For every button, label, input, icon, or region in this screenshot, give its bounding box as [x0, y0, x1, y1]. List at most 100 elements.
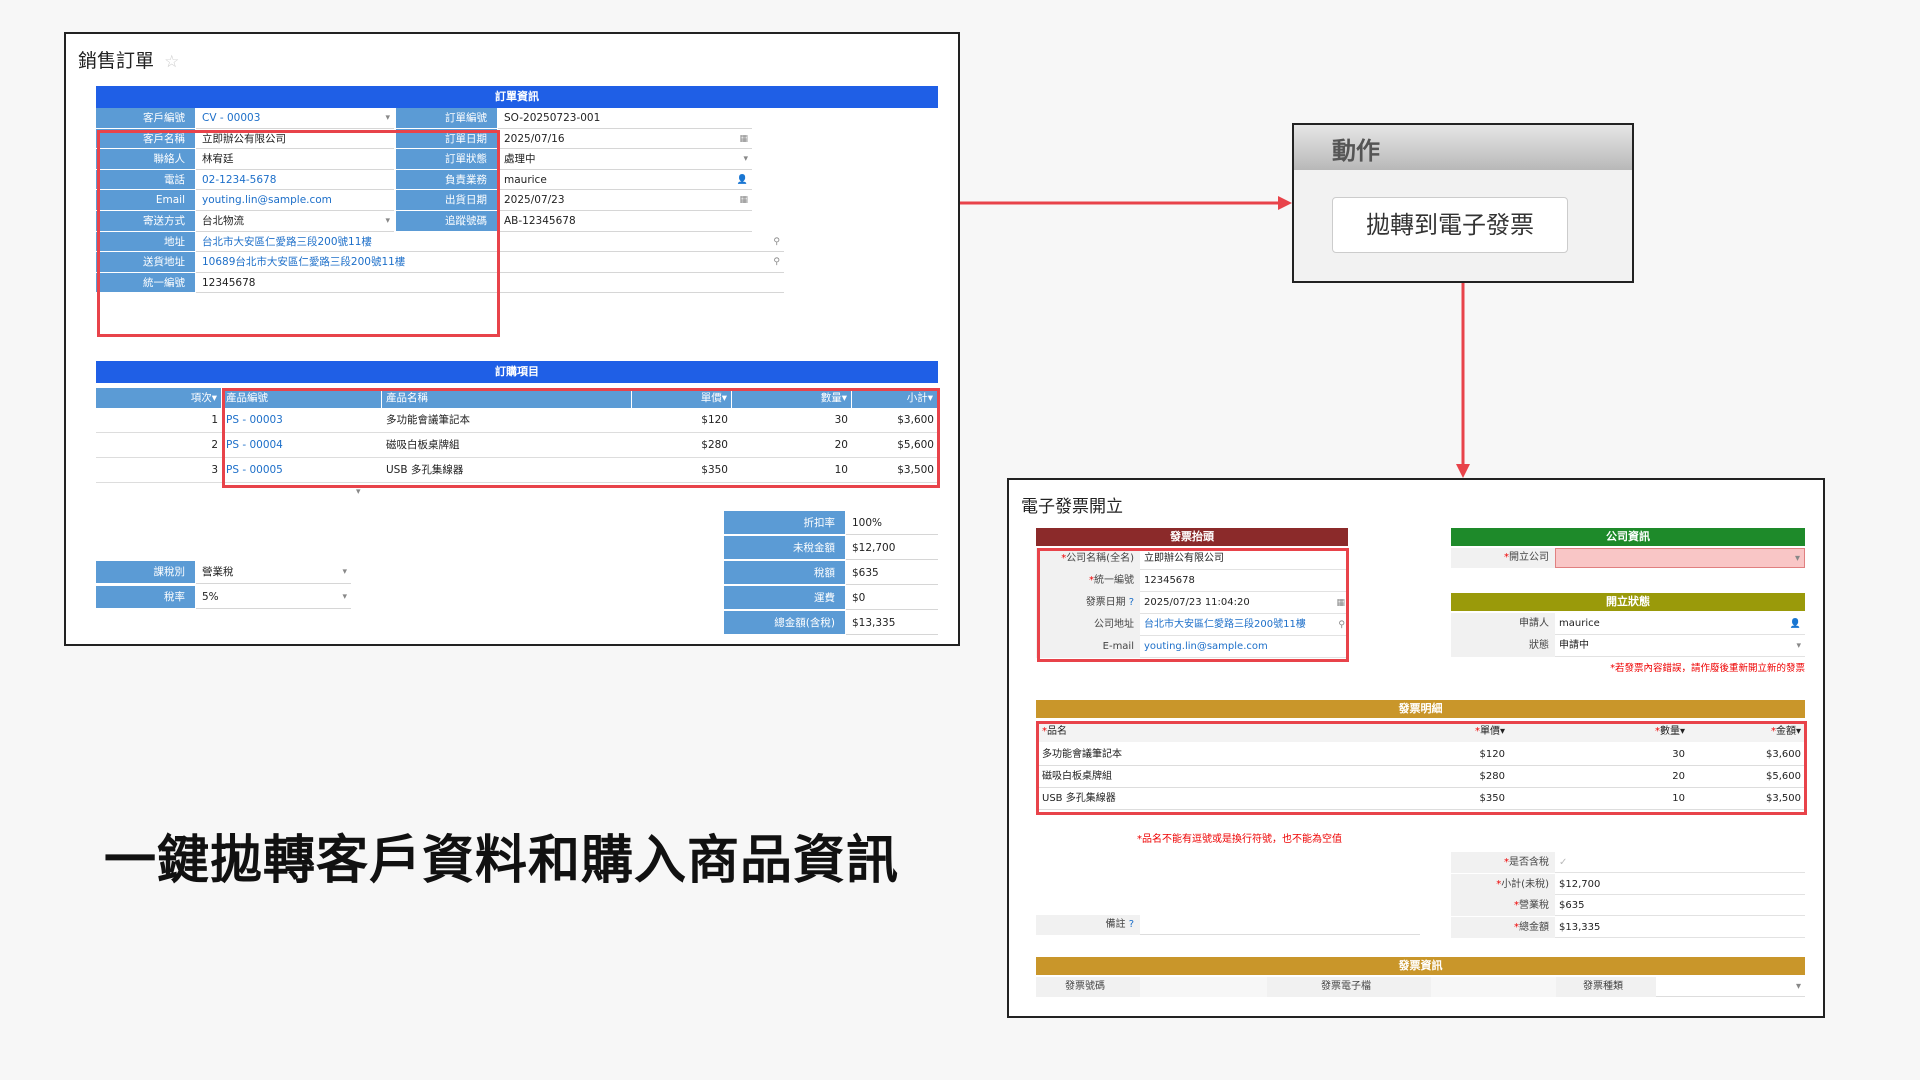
- invoice-header-section: 發票抬頭: [1036, 528, 1348, 546]
- invoice-info-label: 發票種類: [1556, 977, 1656, 997]
- invoice-header-label-text: 發票日期: [1085, 597, 1126, 608]
- remark-label: 備註 ?: [1036, 915, 1140, 935]
- chevron-down-icon: ▾: [385, 113, 390, 123]
- sales-order-panel: 銷售訂單 ☆ 訂單資訊 客戶編號 CV - 00003 ▾ 客戶名稱 立即辦公有限公司聯…: [64, 32, 960, 646]
- invoice-header-value[interactable]: 12345678: [1140, 570, 1348, 592]
- chevron-down-icon: ▾: [1796, 641, 1801, 651]
- order-field-value[interactable]: SO-20250723-001: [498, 108, 752, 129]
- sum-value: $13,335: [1555, 917, 1805, 938]
- chevron-down-icon: ▾: [743, 154, 748, 165]
- sum-value: $635: [1555, 895, 1805, 916]
- order-field-text: 台北市大安區仁愛路三段200號11樓: [202, 235, 372, 248]
- order-field-label: 聯絡人: [96, 149, 196, 170]
- total-value: $12,700: [846, 536, 938, 560]
- order-field-label: 統一編號: [96, 272, 196, 294]
- invoice-header-value[interactable]: 2025/07/23 11:04:20 ▦: [1140, 592, 1348, 614]
- invoice-header-label: 發票日期?: [1036, 592, 1140, 614]
- invoice-info-label: 發票號碼: [1036, 977, 1140, 997]
- user-icon: 👤: [736, 174, 748, 185]
- invoice-header-value[interactable]: youting.lin@sample.com: [1140, 636, 1348, 658]
- order-field-value[interactable]: AB-12345678: [498, 211, 752, 232]
- order-field-text: 10689台北市大安區仁愛路三段200號11樓: [202, 256, 406, 269]
- order-field-label: 負責業務: [396, 169, 498, 191]
- invoice-header-value[interactable]: 台北市大安區仁愛路三段200號11樓 ⚲: [1140, 614, 1348, 636]
- issuing-company-select[interactable]: ▾: [1555, 548, 1805, 568]
- detail-cell: 磁吸白板桌牌組: [1042, 771, 1112, 782]
- items-cell[interactable]: PS - 00005: [226, 458, 378, 482]
- order-field-text: AB-12345678: [504, 215, 576, 227]
- items-column-header: 產品編號: [222, 388, 382, 408]
- tax-field-value[interactable]: 營業稅 ▾: [196, 561, 351, 584]
- invoice-header-label: *統一編號: [1036, 570, 1140, 592]
- order-field-value[interactable]: 2025/07/16 ▦: [498, 129, 752, 150]
- items-cell[interactable]: PS - 00004: [226, 433, 378, 457]
- tax-field-label: 課稅別: [96, 561, 196, 584]
- total-label: 未稅金額: [724, 536, 846, 560]
- action-panel: 動作 拋轉到電子發票: [1292, 123, 1634, 283]
- invoice-header-text: 台北市大安區仁愛路三段200號11樓: [1144, 619, 1306, 630]
- order-field-value[interactable]: 處理中 ▾: [498, 149, 752, 170]
- status-text: maurice: [1559, 618, 1600, 629]
- order-field-value[interactable]: youting.lin@sample.com: [196, 190, 394, 211]
- order-field-value[interactable]: 台北物流 ▾: [196, 211, 394, 232]
- action-title: 動作: [1332, 137, 1380, 165]
- total-value: $635: [846, 561, 938, 585]
- invoice-detail-section: 發票明細: [1036, 700, 1805, 718]
- calendar-icon: ▦: [1336, 598, 1345, 608]
- order-field-value[interactable]: CV - 00003 ▾: [196, 108, 394, 129]
- order-field-label: 電話: [96, 169, 196, 191]
- sum-value: $12,700: [1555, 874, 1805, 895]
- order-field-value[interactable]: 2025/07/23 ▦: [498, 190, 752, 211]
- map-pin-icon: ⚲: [773, 236, 780, 247]
- order-field-label: 追蹤號碼: [396, 211, 498, 232]
- invoice-header-value[interactable]: 立即辦公有限公司: [1140, 548, 1348, 570]
- invoice-header-text: 立即辦公有限公司: [1144, 553, 1224, 564]
- tax-field-text: 營業稅: [202, 566, 234, 578]
- headline: 一鍵拋轉客戶資料和購入商品資訊: [104, 831, 900, 891]
- chevron-down-icon: ▾: [356, 487, 361, 497]
- invoice-type-select[interactable]: ▾: [1656, 977, 1805, 997]
- order-field-value[interactable]: 02-1234-5678: [196, 170, 394, 191]
- items-cell: 3: [211, 464, 218, 476]
- items-cell: 磁吸白板桌牌組: [386, 439, 460, 451]
- action-title-bar: 動作: [1294, 125, 1632, 170]
- order-field-text: 02-1234-5678: [202, 173, 277, 186]
- status-value[interactable]: maurice 👤: [1555, 613, 1805, 635]
- tax-field-value[interactable]: 5% ▾: [196, 586, 351, 609]
- items-column-header: 小計▾: [852, 388, 938, 408]
- sum-value[interactable]: ✓: [1555, 852, 1805, 873]
- remark-input[interactable]: [1140, 915, 1420, 935]
- order-field-value[interactable]: maurice 👤: [498, 170, 752, 191]
- detail-column-header: *金額▾: [1691, 722, 1807, 742]
- order-field-value[interactable]: 10689台北市大安區仁愛路三段200號11樓 ⚲: [196, 252, 784, 273]
- order-field-text: 台北物流: [202, 215, 244, 227]
- status-value[interactable]: 申請中 ▾: [1555, 635, 1805, 657]
- total-label: 總金額(含稅): [724, 611, 846, 635]
- order-field-value[interactable]: 林宥廷: [196, 149, 394, 170]
- order-field-value[interactable]: 台北市大安區仁愛路三段200號11樓 ⚲: [196, 232, 784, 253]
- items-cell: 1: [211, 414, 218, 426]
- items-column-header: 單價▾: [632, 388, 732, 408]
- items-cell: $280: [701, 439, 728, 451]
- total-label: 折扣率: [724, 511, 846, 535]
- detail-header-text: 金額▾: [1775, 726, 1801, 737]
- status-note: *若發票內容錯誤，請作廢後重新開立新的發票: [1610, 663, 1805, 674]
- order-field-label: 客戶編號: [96, 108, 196, 129]
- items-cell: 多功能會議筆記本: [386, 414, 470, 426]
- order-field-value[interactable]: 12345678: [196, 273, 784, 294]
- favorite-star-icon[interactable]: ☆: [164, 52, 179, 72]
- items-cell[interactable]: PS - 00003: [226, 408, 378, 432]
- order-field-value[interactable]: 立即辦公有限公司: [196, 129, 394, 150]
- detail-note: *品名不能有逗號或是換行符號，也不能為空值: [1137, 834, 1342, 845]
- detail-cell: $3,600: [1766, 749, 1801, 760]
- page-title: 銷售訂單 ☆: [78, 50, 180, 72]
- detail-cell: $3,500: [1766, 793, 1801, 804]
- help-icon: ?: [1128, 597, 1134, 608]
- transfer-to-einvoice-button[interactable]: 拋轉到電子發票: [1332, 197, 1568, 253]
- order-field-label: 訂單日期: [396, 128, 498, 150]
- order-field-text: maurice: [504, 173, 547, 186]
- calendar-icon: ▦: [739, 195, 748, 206]
- order-field-text: 立即辦公有限公司: [202, 132, 286, 145]
- tax-field-text: 5%: [202, 591, 219, 603]
- invoice-header-label-text: 統一編號: [1094, 575, 1134, 586]
